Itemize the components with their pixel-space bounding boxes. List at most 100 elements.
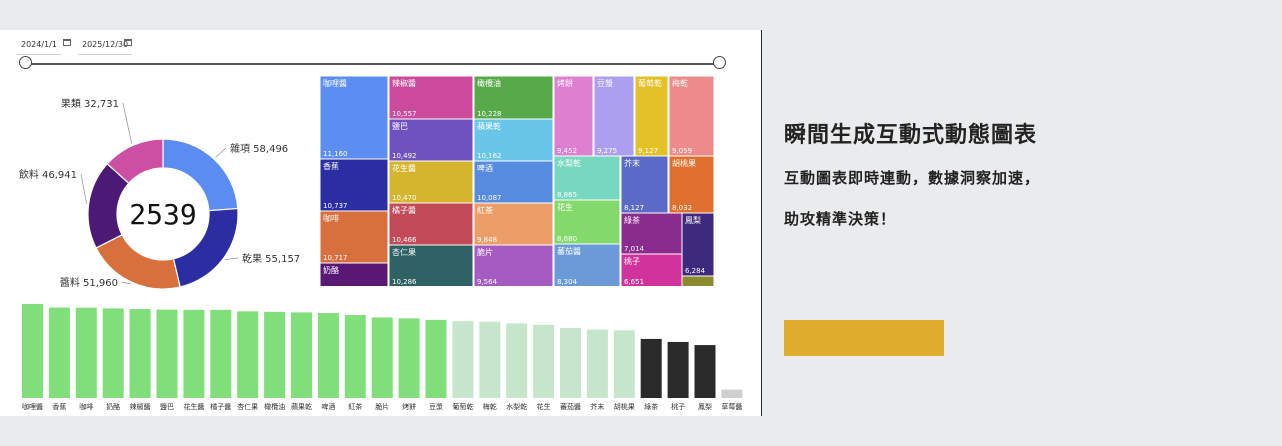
bar-24[interactable] <box>667 341 689 398</box>
bar-22[interactable] <box>613 330 635 398</box>
date-range-slider[interactable] <box>25 63 720 65</box>
bar-26[interactable] <box>721 389 743 398</box>
donut-leader-line <box>122 102 133 144</box>
slider-start-handle[interactable] <box>19 56 32 69</box>
treemap-label: 咖啡 <box>323 213 339 223</box>
bar-1[interactable] <box>48 307 70 398</box>
treemap-tile[interactable]: 咖啡 10,717 <box>320 210 389 264</box>
product-treemap[interactable]: 咖哩醬 11,160 香蕉 10,737 咖啡 10,717奶酪10,633 辣椒醬 10,5… <box>320 76 715 286</box>
treemap-tile[interactable]: 蘋果乾 10,162 <box>473 118 554 162</box>
bar-2[interactable] <box>75 307 97 398</box>
bar-12[interactable] <box>344 315 366 398</box>
treemap-tile[interactable]: 橘子醬 10,466 <box>388 202 474 246</box>
bar-10[interactable] <box>291 312 312 398</box>
treemap-tile[interactable]: 桃子 6,651 <box>620 253 683 286</box>
donut-label: 果類 32,731 <box>61 98 119 110</box>
treemap-value: 10,717 <box>323 254 348 262</box>
product-bar-chart[interactable]: 咖哩醬 香蕉 咖啡 奶酪 辣椒醬 鹽巴 花生醬 橘子醬 杏仁果 橄欖油 蘋果乾 啤酒 紅茶 脆片 烤餅 豆漿葡… <box>0 292 761 416</box>
bar-tick-label: 橘子醬 <box>210 402 231 411</box>
bar-tick-label: 脆片 <box>375 402 389 411</box>
bar-6[interactable] <box>183 309 205 398</box>
treemap-value: 11,160 <box>323 150 348 158</box>
treemap-value: 8,032 <box>672 204 692 212</box>
bar-tick-label: 蕃茄醬 <box>560 402 581 411</box>
treemap-tile[interactable]: 香蕉 10,737 <box>320 158 389 212</box>
bar-tick-label: 豆漿 <box>429 402 443 411</box>
bar-9[interactable] <box>264 311 286 398</box>
bar-11[interactable] <box>317 313 339 398</box>
treemap-tile[interactable]: 啤酒 10,087 <box>473 160 554 204</box>
treemap-value: 9,564 <box>477 278 498 286</box>
bar-14[interactable] <box>398 318 420 398</box>
treemap-tile[interactable]: 辣椒醬 10,557 <box>388 76 474 120</box>
calendar-icon[interactable] <box>124 39 132 46</box>
treemap-tile[interactable]: 蕃茄醬 8,304 <box>553 243 621 286</box>
donut-leader-line <box>80 173 88 205</box>
treemap-tile[interactable]: 奶酪10,633 <box>320 262 389 286</box>
bar-8[interactable] <box>237 311 259 398</box>
bar-23[interactable] <box>640 338 662 398</box>
treemap-tile[interactable]: 葡萄乾 9,127 <box>634 76 669 157</box>
bar-3[interactable] <box>102 308 124 398</box>
donut-label: 乾果 55,157 <box>242 252 300 265</box>
bar-tick-label: 香蕉 <box>52 402 66 411</box>
treemap-tile[interactable]: 綠茶 7,014 <box>620 212 683 255</box>
treemap-tile[interactable]: 梅乾 9,059 <box>668 76 715 157</box>
treemap-label: 辣椒醬 <box>392 78 416 88</box>
treemap-tile[interactable]: 芥末 8,127 <box>620 155 669 214</box>
bar-tick-label: 綠茶 <box>644 402 658 411</box>
treemap-tile[interactable]: 花生醬 10,470 <box>388 160 474 204</box>
treemap-label: 綠茶 <box>624 215 640 225</box>
cta-button[interactable] <box>784 320 944 356</box>
start-date-input[interactable]: 2024/1/1 <box>17 38 61 55</box>
treemap-value: 8,304 <box>557 278 578 286</box>
treemap-tile[interactable]: 咖哩醬 11,160 <box>320 76 389 160</box>
bar-7[interactable] <box>210 309 232 398</box>
donut-label: 飲料 46,941 <box>19 168 77 181</box>
bar-15[interactable] <box>425 319 447 398</box>
treemap-tile[interactable]: 紅茶 9,848 <box>473 202 554 246</box>
treemap-tile[interactable]: 烤餅 9,452 <box>553 76 594 157</box>
treemap-tile[interactable]: 鳳梨 6,284 <box>681 212 715 277</box>
dashboard-panel: 2024/1/1 2025/12/30 雜項 58,496 乾果 55,157 醬料… <box>0 30 762 416</box>
treemap-tile[interactable]: 花生 8,680 <box>553 199 621 245</box>
treemap-label: 胡桃果 <box>672 158 696 168</box>
treemap-label: 咖哩醬 <box>323 78 347 88</box>
treemap-tile[interactable] <box>681 275 715 286</box>
bar-5[interactable] <box>156 309 178 398</box>
treemap-value: 8,680 <box>557 235 577 243</box>
donut-leader-line <box>121 281 131 285</box>
treemap-label: 水梨乾 <box>557 158 581 168</box>
treemap-value: 9,275 <box>597 147 617 155</box>
bar-13[interactable] <box>371 317 393 398</box>
bar-tick-label: 啤酒 <box>321 402 335 411</box>
treemap-value: 6,284 <box>685 267 706 275</box>
bar-19[interactable] <box>533 324 555 398</box>
bar-17[interactable] <box>479 321 501 398</box>
treemap-tile[interactable]: 杏仁果 10,286 <box>388 244 474 286</box>
treemap-tile[interactable]: 脆片 9,564 <box>473 244 554 286</box>
treemap-label: 葡萄乾 <box>638 78 662 88</box>
bar-20[interactable] <box>560 328 581 398</box>
category-donut-chart[interactable]: 雜項 58,496 乾果 55,157 醬料 51,960 飲料 46,941 果類 3… <box>0 90 320 290</box>
bar-tick-label: 梅乾 <box>483 402 497 411</box>
treemap-tile[interactable]: 橄欖油 10,228 <box>473 76 554 120</box>
calendar-icon[interactable] <box>63 39 71 46</box>
bar-tick-label: 紅茶 <box>348 402 362 411</box>
bar-16[interactable] <box>452 321 474 398</box>
bar-tick-label: 花生醬 <box>183 402 204 411</box>
treemap-value: 10,228 <box>477 110 502 118</box>
bar-21[interactable] <box>586 329 608 398</box>
bar-18[interactable] <box>506 323 528 398</box>
treemap-tile[interactable]: 鹽巴 10,492 <box>388 118 474 162</box>
treemap-value: 10,162 <box>477 152 502 160</box>
slider-end-handle[interactable] <box>713 56 726 69</box>
treemap-tile[interactable]: 豆漿 9,275 <box>593 76 635 157</box>
bar-4[interactable] <box>129 309 151 398</box>
bar-25[interactable] <box>694 345 716 398</box>
bar-0[interactable] <box>22 304 43 398</box>
bar-tick-label: 鹽巴 <box>160 402 174 411</box>
treemap-tile[interactable]: 胡桃果 8,032 <box>668 155 715 214</box>
bar-tick-label: 葡萄乾 <box>452 402 473 411</box>
treemap-tile[interactable]: 水梨乾 8,865 <box>553 155 621 201</box>
